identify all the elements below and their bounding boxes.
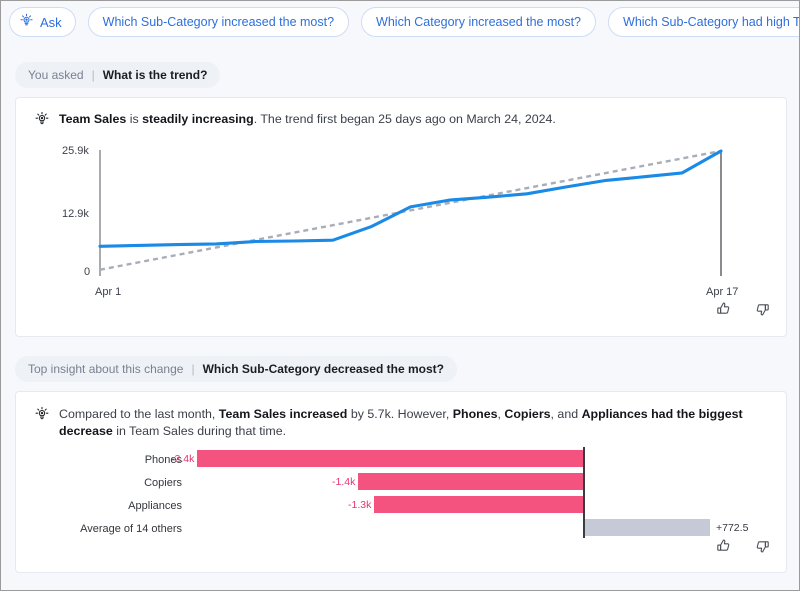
top-insight-prefix: Top insight about this change xyxy=(28,362,183,376)
zero-baseline xyxy=(583,447,585,538)
insight-card-text: Compared to the last month, Team Sales i… xyxy=(59,406,771,440)
insight-text-1: Team Sales increased xyxy=(219,407,348,421)
bar-category-label-0: Phones xyxy=(36,454,182,466)
top-insight-question: Which Sub-Category decreased the most? xyxy=(203,362,444,376)
ask-button-label: Ask xyxy=(40,15,62,30)
bar-phones xyxy=(197,450,584,467)
lightbulb-insight-icon xyxy=(34,406,50,427)
trend-text-0: Team Sales xyxy=(59,112,126,126)
ask-button[interactable]: Ask xyxy=(9,7,76,37)
insight-text-2: by 5.7k. However, xyxy=(347,407,452,421)
x-axis-tick-end: Apr 17 xyxy=(706,286,738,298)
suggestion-chip-2-label: Which Category increased the most? xyxy=(376,15,581,29)
trend-text-1: is xyxy=(126,112,142,126)
bar-value-label-2: -1.3k xyxy=(348,499,371,511)
you-asked-prefix: You asked xyxy=(28,68,84,82)
lightbulb-insight-icon xyxy=(34,111,50,132)
insight-text-5: Copiers xyxy=(504,407,550,421)
bar-category-label-1: Copiers xyxy=(36,477,182,489)
trend-text-2: steadily increasing xyxy=(142,112,254,126)
suggestion-chip-2[interactable]: Which Category increased the most? xyxy=(361,7,596,37)
insight-text-6: , and xyxy=(551,407,582,421)
thumbs-up-icon[interactable] xyxy=(716,301,732,322)
suggestion-chip-1[interactable]: Which Sub-Category increased the most? xyxy=(88,7,349,37)
suggestion-chip-3[interactable]: Which Sub-Category had high Team Sales? xyxy=(608,7,800,37)
bar-category-label-3: Average of 14 others xyxy=(36,523,182,535)
thumbs-down-icon[interactable] xyxy=(754,301,770,322)
trend-line-chart: 25.9k 12.9k 0 Apr 1 Apr 17 xyxy=(16,138,788,298)
subcategory-bar-chart: Phones Copiers Appliances Average of 14 … xyxy=(16,447,788,537)
bar-appliances xyxy=(374,496,584,513)
trend-insight-card: Team Sales is steadily increasing. The t… xyxy=(15,97,787,337)
bar-value-label-0: -2.4k xyxy=(171,453,194,465)
page-frame: Ask Which Sub-Category increased the mos… xyxy=(0,0,800,591)
top-insight-separator: | xyxy=(191,362,194,376)
suggestion-toolbar: Ask Which Sub-Category increased the mos… xyxy=(9,7,800,37)
insight-text-0: Compared to the last month, xyxy=(59,407,219,421)
line-chart-svg xyxy=(16,138,788,283)
insight-text-8: in Team Sales during that time. xyxy=(113,424,286,438)
trend-text-3: . The trend first began 25 days ago on M… xyxy=(254,112,556,126)
x-axis-tick-start: Apr 1 xyxy=(95,286,121,298)
team-sales-line xyxy=(100,151,721,246)
top-insight-pill: Top insight about this change | Which Su… xyxy=(15,356,457,382)
suggestion-chip-3-label: Which Sub-Category had high Team Sales? xyxy=(623,15,800,29)
trend-card-text: Team Sales is steadily increasing. The t… xyxy=(59,111,759,128)
you-asked-separator: | xyxy=(92,68,95,82)
bar-value-label-1: -1.4k xyxy=(332,476,355,488)
you-asked-pill: You asked | What is the trend? xyxy=(15,62,220,88)
subcategory-insight-card: Compared to the last month, Team Sales i… xyxy=(15,391,787,573)
thumbs-down-icon[interactable] xyxy=(754,538,770,559)
insight-text-3: Phones xyxy=(453,407,498,421)
bar-copiers xyxy=(358,473,584,490)
trend-dashed-line xyxy=(100,151,721,270)
thumbs-up-icon[interactable] xyxy=(716,538,732,559)
lightbulb-insight-icon xyxy=(19,13,34,31)
bar-category-label-2: Appliances xyxy=(36,500,182,512)
you-asked-question: What is the trend? xyxy=(103,68,208,82)
suggestion-chip-1-label: Which Sub-Category increased the most? xyxy=(103,15,334,29)
bar-value-label-3: +772.5 xyxy=(716,522,748,534)
bar-average-others xyxy=(585,519,710,536)
